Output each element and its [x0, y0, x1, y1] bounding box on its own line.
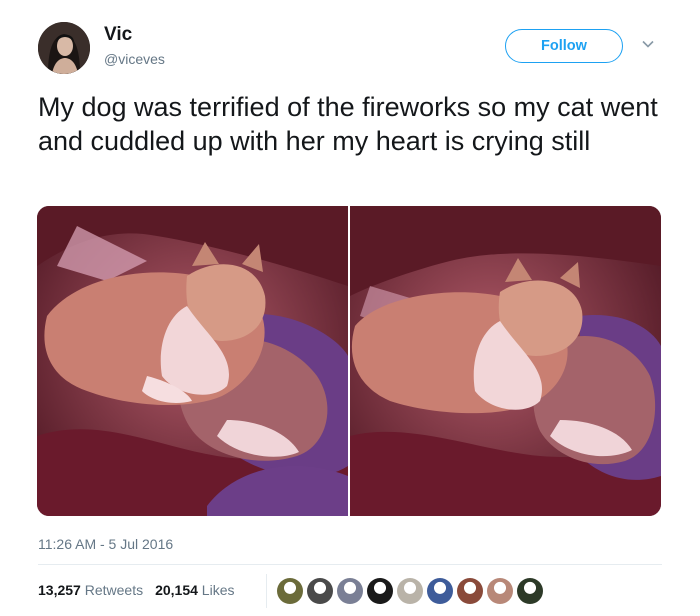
tweet-stats: 13,257 Retweets 20,154 Likes	[38, 582, 234, 598]
liker-avatars	[277, 578, 547, 604]
follow-button[interactable]: Follow	[505, 29, 623, 63]
avatar[interactable]	[38, 22, 90, 74]
display-name[interactable]: Vic	[104, 24, 132, 46]
likes-label: Likes	[201, 582, 235, 598]
photo-cat-dog-2[interactable]	[350, 206, 661, 516]
likes-count: 20,154	[155, 582, 198, 598]
chevron-down-icon[interactable]	[640, 36, 656, 52]
liker-avatar[interactable]	[517, 578, 543, 604]
tweet-timestamp[interactable]: 11:26 AM - 5 Jul 2016	[38, 536, 173, 552]
liker-avatar[interactable]	[487, 578, 513, 604]
tweet-text: My dog was terrified of the fireworks so…	[38, 92, 658, 156]
liker-avatar[interactable]	[277, 578, 303, 604]
liker-avatar[interactable]	[397, 578, 423, 604]
user-handle[interactable]: @viceves	[104, 51, 165, 67]
stats-separator	[266, 574, 267, 608]
liker-avatar[interactable]	[457, 578, 483, 604]
liker-avatar[interactable]	[427, 578, 453, 604]
retweets-count: 13,257	[38, 582, 81, 598]
divider	[38, 564, 662, 565]
retweets-stat[interactable]: 13,257 Retweets	[38, 582, 143, 598]
retweets-label: Retweets	[84, 582, 144, 598]
likes-stat[interactable]: 20,154 Likes	[155, 582, 234, 598]
media-grid[interactable]	[37, 206, 661, 516]
liker-avatar[interactable]	[367, 578, 393, 604]
liker-avatar[interactable]	[307, 578, 333, 604]
photo-cat-dog-1[interactable]	[37, 206, 348, 516]
liker-avatar[interactable]	[337, 578, 363, 604]
